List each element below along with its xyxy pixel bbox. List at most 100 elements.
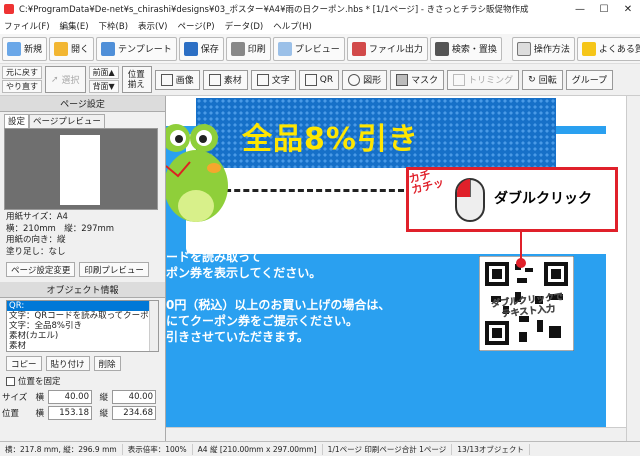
qr-button[interactable]: QR — [298, 69, 340, 90]
page-thumbnail — [4, 128, 158, 210]
faq-button[interactable]: よくある質問 — [576, 36, 640, 61]
size-row: サイズ 横 40.00 縦 40.00 — [0, 389, 165, 405]
callout-pointer-dot — [516, 258, 526, 268]
order-group: 前面▲ 背面▼ — [88, 66, 119, 93]
select-button[interactable]: ➚ 選択 — [45, 66, 86, 93]
template-button[interactable]: テンプレート — [96, 36, 177, 61]
pos-y-label: 縦 — [99, 409, 108, 419]
trim-button[interactable]: トリミング — [447, 69, 520, 90]
paper-size: 用紙サイズ：A4 — [6, 212, 68, 222]
app-window: C:¥ProgramData¥De-net¥s_chirashi¥designs… — [0, 0, 640, 456]
banner-headline[interactable]: 全品8%引き — [242, 114, 419, 158]
list-item[interactable]: 素材 — [7, 341, 158, 351]
text-button[interactable]: 文字 — [250, 69, 296, 90]
new-file-icon — [7, 41, 21, 56]
mask-button[interactable]: マスク — [390, 69, 445, 90]
list-item[interactable]: QR: — [7, 301, 158, 311]
print-preview-button[interactable]: 印刷プレビュー — [79, 262, 149, 277]
lock-position-checkbox[interactable] — [6, 376, 15, 386]
menu-edit[interactable]: 編集(E) — [60, 20, 89, 32]
left-panel: ページ設定 設定 ページプレビュー 用紙サイズ：A4 横：210mm 縦：297… — [0, 96, 166, 441]
group-button[interactable]: グループ — [565, 69, 614, 90]
lock-position[interactable]: 位置を固定 — [0, 373, 165, 389]
preview-icon — [277, 41, 292, 56]
printer-icon — [230, 41, 245, 56]
page-settings-change-button[interactable]: ページ設定変更 — [6, 262, 76, 277]
undo-button[interactable]: 元に戻す — [2, 66, 42, 79]
position-y-field[interactable]: 234.68 — [112, 406, 156, 420]
poster-body-text[interactable]: ードを読み取って ポン券を表示してください。 0円（税込）以上のお買い上げの場合… — [166, 249, 390, 345]
qr-icon — [304, 73, 317, 86]
cursor-icon: ➚ — [51, 74, 59, 85]
copy-button[interactable]: コピー — [6, 356, 42, 371]
text-icon — [256, 73, 269, 86]
preview-button[interactable]: プレビュー — [272, 36, 345, 61]
template-icon — [101, 41, 116, 56]
frog-illustration[interactable] — [166, 116, 231, 226]
list-item[interactable]: 素材(カエル) — [7, 331, 158, 341]
menu-bar: ファイル(F) 編集(E) 下枠(B) 表示(V) ページ(P) データ(D) … — [0, 18, 640, 34]
status-paper: A4 縦 [210.00mm x 297.00mm] — [193, 443, 323, 455]
image-icon — [160, 73, 173, 86]
object-buttons: コピー 貼り付け 削除 — [0, 354, 165, 373]
paste-button[interactable]: 貼り付け — [45, 356, 90, 371]
position-row: 位置 横 153.18 縦 234.68 — [0, 405, 165, 421]
print-button[interactable]: 印刷 — [225, 36, 271, 61]
paper-bleed: 塗り足し：なし — [6, 246, 66, 257]
close-icon[interactable]: ✕ — [616, 0, 640, 18]
align-button[interactable]: 位置揃え — [121, 66, 152, 93]
object-toolbar: 元に戻す やり直す ➚ 選択 前面▲ 背面▼ 位置揃え 画像 素材 文字 QR 図… — [0, 64, 640, 96]
save-button[interactable]: 保存 — [178, 36, 224, 61]
undo-redo-group: 元に戻す やり直す — [2, 66, 42, 93]
menu-data[interactable]: データ(D) — [225, 20, 264, 32]
menu-file[interactable]: ファイル(F) — [4, 20, 50, 32]
size-h-label: 縦 — [99, 393, 108, 403]
maximize-icon[interactable]: ☐ — [592, 0, 616, 18]
object-list[interactable]: QR: 文字：QRコードを読み取ってクーポ 文字：全品8%引き 素材(カエル) … — [6, 300, 159, 352]
shape-button[interactable]: 図形 — [342, 69, 388, 90]
object-list-scrollbar[interactable] — [149, 301, 158, 351]
menu-view[interactable]: 表示(V) — [138, 20, 167, 32]
mask-icon — [396, 73, 409, 86]
list-item[interactable]: 文字：全品8%引き — [7, 321, 158, 331]
paper-orientation: 用紙の向き：縦 — [6, 235, 66, 245]
page-tabs: 設定 ページプレビュー — [0, 114, 165, 128]
menu-help[interactable]: ヘルプ(H) — [273, 20, 312, 32]
delete-button[interactable]: 削除 — [93, 356, 121, 371]
menu-frame[interactable]: 下枠(B) — [99, 20, 128, 32]
position-label: 位置 — [2, 409, 20, 419]
search-icon — [434, 41, 449, 56]
position-x-field[interactable]: 153.18 — [48, 406, 92, 420]
pos-x-label: 横 — [35, 409, 44, 419]
new-button[interactable]: 新規 — [2, 36, 48, 61]
rotate-button[interactable]: ↻ 回転 — [522, 69, 563, 90]
horizontal-scrollbar[interactable] — [166, 427, 626, 441]
export-icon — [351, 41, 366, 56]
send-back-button[interactable]: 背面▼ — [88, 80, 119, 93]
redo-button[interactable]: やり直す — [2, 80, 42, 93]
howto-button[interactable]: 操作方法 — [511, 36, 575, 61]
main-toolbar: 新規 開く テンプレート 保存 印刷 プレビュー ファイル出力 検索・置換 操作… — [0, 34, 640, 64]
lock-position-label: 位置を固定 — [18, 377, 61, 387]
minimize-icon[interactable]: — — [568, 0, 592, 18]
list-item[interactable]: 文字：QRコードを読み取ってクーポ — [7, 311, 158, 321]
window-title: C:¥ProgramData¥De-net¥s_chirashi¥designs… — [19, 5, 529, 15]
search-replace-button[interactable]: 検索・置換 — [429, 36, 502, 61]
export-button[interactable]: ファイル出力 — [346, 36, 428, 61]
bring-front-button[interactable]: 前面▲ — [88, 66, 119, 79]
image-button[interactable]: 画像 — [154, 69, 200, 90]
tab-settings[interactable]: 設定 — [4, 114, 30, 128]
vertical-scrollbar[interactable] — [626, 96, 640, 441]
material-icon — [208, 73, 221, 86]
design-canvas[interactable]: 全品8%引き ードを読み取って ポン券を表示してください。 0円（税込）以上のお… — [166, 96, 626, 441]
object-info-title: オブジェクト情報 — [0, 282, 165, 298]
status-objects: 13/13オブジェクト — [452, 443, 530, 455]
tab-page-preview[interactable]: ページプレビュー — [29, 114, 105, 128]
menu-page[interactable]: ページ(P) — [177, 20, 214, 32]
size-width-field[interactable]: 40.00 — [48, 390, 92, 404]
status-zoom: 表示倍率：100% — [123, 443, 193, 455]
size-label: サイズ — [2, 393, 28, 403]
size-height-field[interactable]: 40.00 — [112, 390, 156, 404]
open-button[interactable]: 開く — [49, 36, 95, 61]
material-button[interactable]: 素材 — [202, 69, 248, 90]
